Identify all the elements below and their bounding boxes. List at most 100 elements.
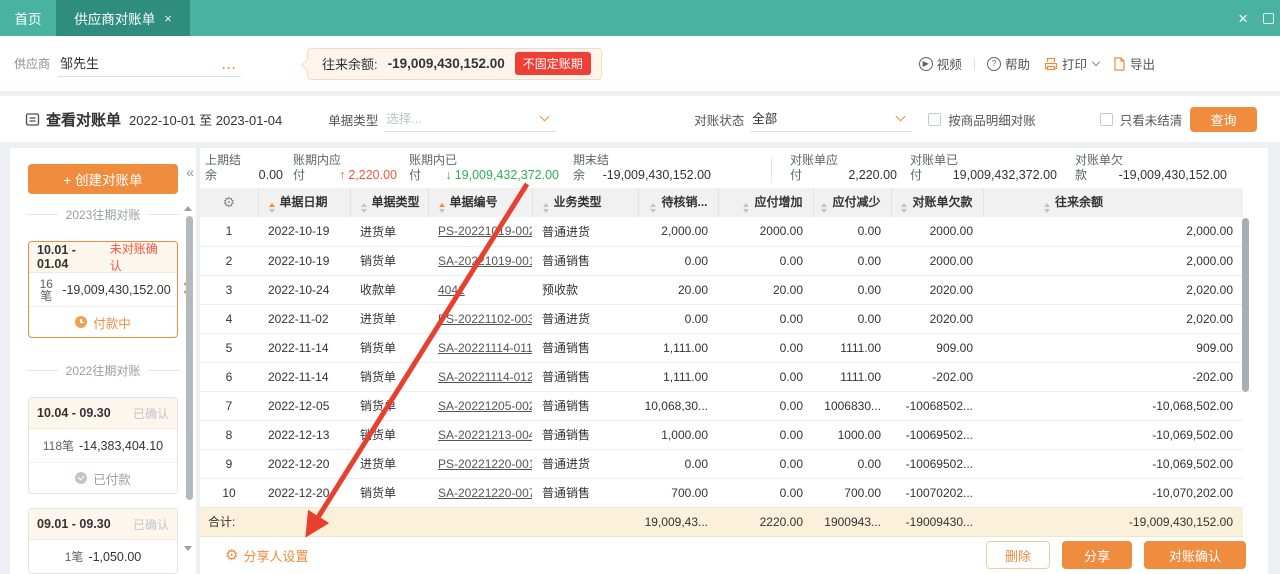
doc-number-link[interactable]: SA-20221220-007 bbox=[438, 486, 532, 500]
cell-increase: 0.00 bbox=[718, 420, 813, 449]
supplier-select-field[interactable]: 邹先生 ··· bbox=[58, 51, 241, 77]
cell-type: 销货单 bbox=[350, 333, 428, 362]
card-count: 16笔 bbox=[35, 278, 57, 302]
sidebar-scrollbar[interactable] bbox=[186, 216, 193, 500]
table-row: 52022-11-14销货单SA-20221114-011普通销售1,111.0… bbox=[200, 333, 1243, 362]
confirm-button[interactable]: 对账确认 bbox=[1144, 541, 1246, 569]
cell-balance: 2,000.00 bbox=[983, 246, 1243, 275]
cell-type: 销货单 bbox=[350, 362, 428, 391]
column-header-biz[interactable]: 业务类型 bbox=[532, 188, 638, 217]
cell-owed: -10069502... bbox=[891, 449, 983, 478]
tab-home[interactable]: 首页 bbox=[0, 0, 56, 36]
query-button[interactable]: 查询 bbox=[1190, 107, 1257, 132]
doc-number-link[interactable]: SA-20221205-002 bbox=[438, 399, 532, 413]
table-row: 82022-12-13销货单SA-20221213-004普通销售1,000.0… bbox=[200, 420, 1243, 449]
share-button[interactable]: 分享 bbox=[1062, 541, 1132, 569]
section-title-text: 2022往期对账 bbox=[66, 362, 141, 379]
by-product-checkbox[interactable]: 按商品明细对账 bbox=[928, 110, 1036, 129]
scroll-down-icon[interactable] bbox=[184, 546, 192, 551]
column-header-no[interactable]: ⚙ bbox=[200, 188, 258, 217]
column-header-doc_no[interactable]: 单据编号 bbox=[428, 188, 532, 217]
column-header-owed[interactable]: 对账单欠款 bbox=[891, 188, 983, 217]
doc-number-link[interactable]: PS-20221019-002 bbox=[438, 224, 532, 238]
checkbox-icon[interactable] bbox=[1100, 113, 1113, 126]
more-icon[interactable]: ··· bbox=[222, 64, 237, 72]
export-button[interactable]: 导出 bbox=[1113, 54, 1155, 73]
cell-biz: 普通进货 bbox=[532, 449, 638, 478]
create-statement-button[interactable]: + 创建对账单 bbox=[28, 164, 178, 194]
sort-icon bbox=[361, 203, 367, 213]
help-icon: ? bbox=[987, 57, 1001, 71]
date-range[interactable]: 2022-10-01 至 2023-01-04 bbox=[129, 110, 282, 129]
cell-doc_no: PS-20221019-002 bbox=[428, 217, 532, 246]
share-settings-link[interactable]: ⚙ 分享人设置 bbox=[225, 546, 308, 565]
cell-owed: 2000.00 bbox=[891, 246, 983, 275]
filter-bar: 查看对账单 2022-10-01 至 2023-01-04 单据类型 选择...… bbox=[0, 96, 1280, 142]
column-header-date[interactable]: 单据日期 bbox=[258, 188, 350, 217]
cell-date: 2022-12-05 bbox=[258, 391, 350, 420]
table-row: 32022-10-24收款单4041预收款20.0020.000.002020.… bbox=[200, 275, 1243, 304]
doc-number-link[interactable]: SA-20221114-012 bbox=[438, 370, 532, 384]
statement-card[interactable]: 10.01 - 01.04未对账确认16笔-19,009,430,152.00付… bbox=[28, 241, 178, 338]
supplier-label: 供应商 bbox=[14, 55, 50, 72]
window-close-icon[interactable]: × bbox=[1238, 10, 1248, 27]
summary-stat: 对账单应付2,220.00 bbox=[790, 153, 897, 188]
doc-number-link[interactable]: 4041 bbox=[438, 283, 465, 297]
table-row: 102022-12-20销货单SA-20221220-007普通销售700.00… bbox=[200, 478, 1243, 507]
scroll-up-icon[interactable] bbox=[184, 206, 192, 211]
cell-no: 10 bbox=[200, 478, 258, 507]
column-header-increase[interactable]: 应付增加 bbox=[718, 188, 813, 217]
statement-card[interactable]: 09.01 - 09.30已确认1笔-1,050.00 bbox=[28, 508, 178, 574]
statement-card[interactable]: 10.04 - 09.30已确认118笔-14,383,404.10已付款 bbox=[28, 397, 178, 494]
cell-owed: 2020.00 bbox=[891, 275, 983, 304]
doc-number-link[interactable]: SA-20221114-011 bbox=[438, 341, 532, 355]
sort-icon bbox=[901, 203, 907, 213]
doc-number-link[interactable]: PS-20221220-001 bbox=[438, 457, 532, 471]
cell-biz: 普通销售 bbox=[532, 391, 638, 420]
status-select[interactable]: 全部 bbox=[750, 106, 912, 132]
column-header-pending[interactable]: 待核销... bbox=[638, 188, 718, 217]
section-title: 2022往期对账 bbox=[26, 362, 180, 379]
collapse-sidebar-icon[interactable]: « bbox=[186, 164, 194, 180]
table-scrollbar[interactable] bbox=[1242, 218, 1249, 392]
summary-label-line2: 余 bbox=[205, 167, 217, 184]
print-button[interactable]: 打印 bbox=[1044, 54, 1101, 73]
cell-date: 2022-11-14 bbox=[258, 362, 350, 391]
cell-balance: -10,069,502.00 bbox=[983, 420, 1243, 449]
doc-number-link[interactable]: SA-20221019-001 bbox=[438, 254, 532, 268]
help-link[interactable]: ? 帮助 bbox=[987, 54, 1030, 73]
column-header-decrease[interactable]: 应付减少 bbox=[813, 188, 891, 217]
video-link[interactable]: ▶ 视频 bbox=[919, 54, 962, 73]
cell-date: 2022-10-24 bbox=[258, 275, 350, 304]
top-tab-bar: 首页 供应商对账单 × × bbox=[0, 0, 1280, 36]
sort-icon bbox=[1044, 203, 1050, 213]
column-header-type[interactable]: 单据类型 bbox=[350, 188, 428, 217]
tab-supplier-statement[interactable]: 供应商对账单 × bbox=[56, 0, 190, 36]
tab-close-icon[interactable]: × bbox=[164, 11, 172, 26]
cell-increase: 0.00 bbox=[718, 246, 813, 275]
cell-owed: -10068502... bbox=[891, 391, 983, 420]
doc-number-link[interactable]: SA-20221213-004 bbox=[438, 428, 532, 442]
balance-value: -19,009,430,152.00 bbox=[388, 56, 505, 71]
statement-icon bbox=[25, 112, 40, 127]
doc-type-select[interactable]: 选择... bbox=[384, 106, 556, 132]
checkbox-icon[interactable] bbox=[928, 113, 941, 126]
doc-number-link[interactable]: PS-20221102-003 bbox=[438, 312, 532, 326]
gear-icon: ⚙ bbox=[225, 546, 238, 564]
balance-callout: 往来余额: -19,009,430,152.00 不固定账期 bbox=[307, 48, 602, 80]
cell-decrease: 1111.00 bbox=[813, 333, 891, 362]
card-status: 未对账确认 bbox=[110, 240, 169, 274]
chevron-down-icon[interactable] bbox=[1092, 58, 1100, 66]
gear-icon[interactable]: ⚙ bbox=[222, 195, 235, 211]
delete-button[interactable]: 删除 bbox=[986, 541, 1050, 569]
sort-icon bbox=[821, 203, 827, 213]
card-amount: -1,050.00 bbox=[88, 550, 141, 564]
window-restore-icon[interactable] bbox=[1263, 13, 1274, 24]
cell-type: 销货单 bbox=[350, 420, 428, 449]
card-period: 09.01 - 09.30 bbox=[37, 517, 111, 531]
cell-owed: 2000.00 bbox=[891, 217, 983, 246]
cell-doc_no: 4041 bbox=[428, 275, 532, 304]
column-header-balance[interactable]: 往来余额 bbox=[983, 188, 1243, 217]
cell-increase: 0.00 bbox=[718, 362, 813, 391]
unsettled-checkbox[interactable]: 只看未结清 bbox=[1100, 110, 1183, 129]
